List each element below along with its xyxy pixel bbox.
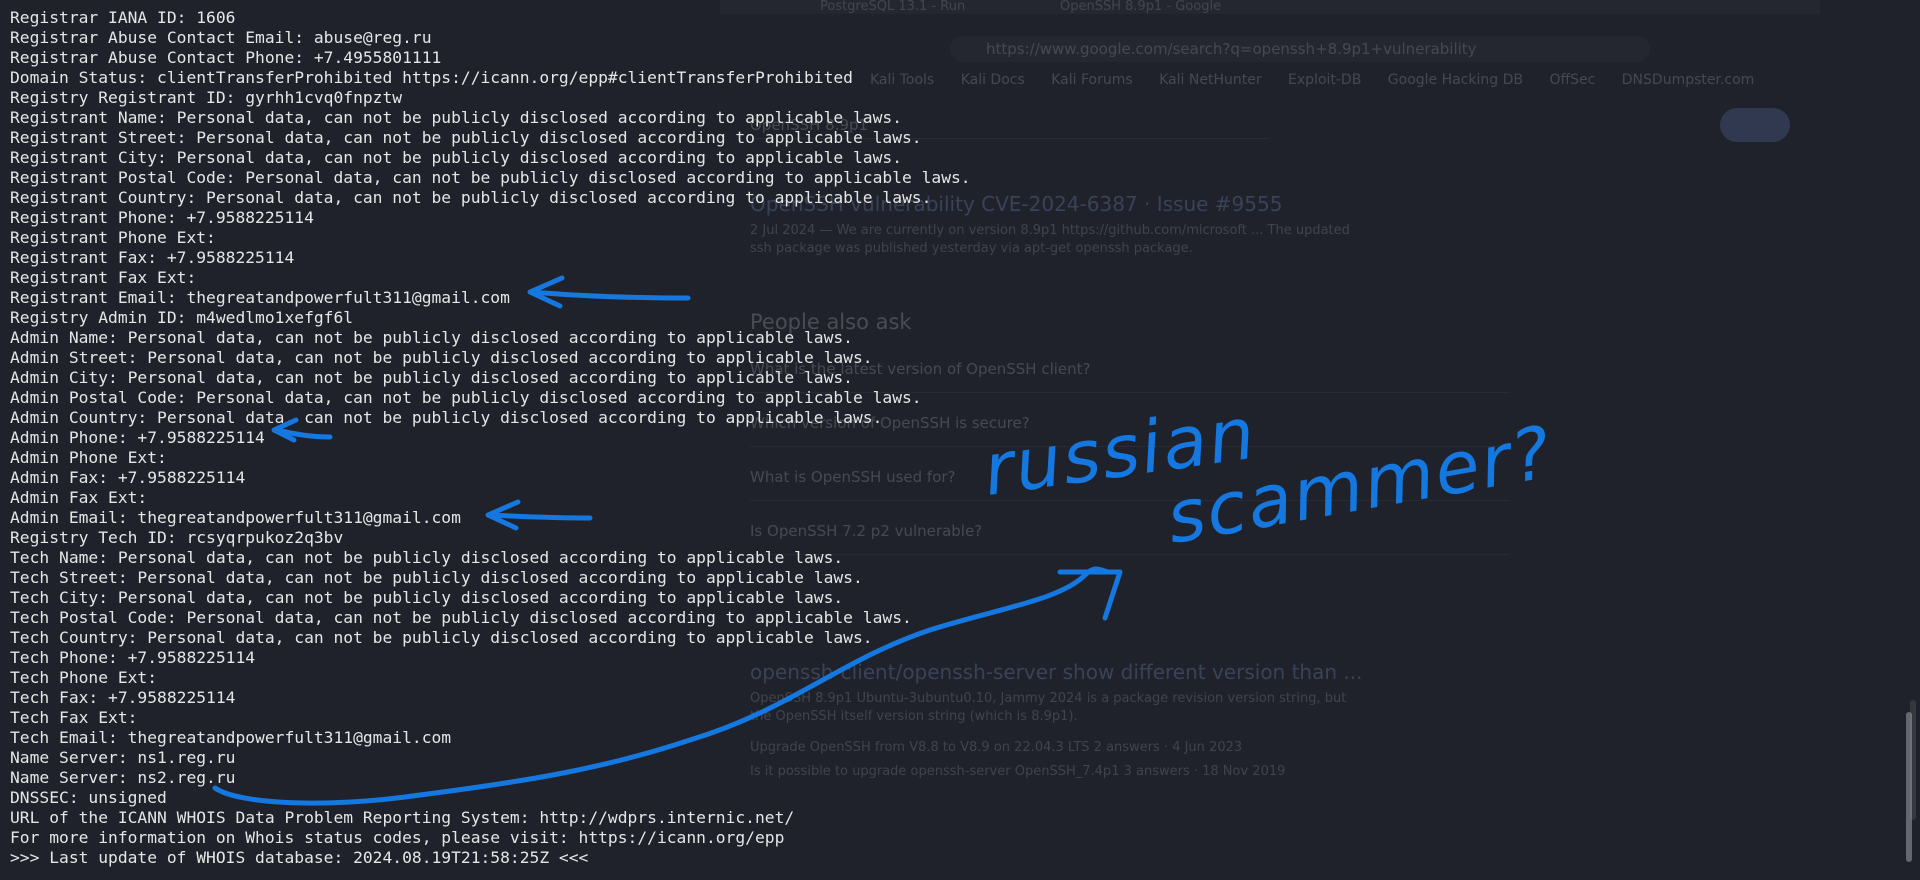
terminal-line: DNSSEC: unsigned <box>10 788 167 807</box>
terminal-line: Registrant Street: Personal data, can no… <box>10 128 922 147</box>
terminal-line: Name Server: ns2.reg.ru <box>10 768 236 787</box>
terminal-line: Registrant Country: Personal data, can n… <box>10 188 932 207</box>
terminal-line: Admin Phone: +7.9588225114 <box>10 428 265 447</box>
terminal-line: Tech Name: Personal data, can not be pub… <box>10 548 844 567</box>
whois-output: Registrar IANA ID: 1606 Registrar Abuse C… <box>10 8 971 868</box>
terminal-line: Admin City: Personal data, can not be pu… <box>10 368 853 387</box>
terminal-line: Registrant Email: thegreatandpowerfult31… <box>10 288 510 307</box>
terminal-line: For more information on Whois status cod… <box>10 828 785 847</box>
terminal-line: Tech City: Personal data, can not be pub… <box>10 588 844 607</box>
terminal-line: Registrar IANA ID: 1606 <box>10 8 236 27</box>
terminal-line: >>> Last update of WHOIS database: 2024.… <box>10 848 589 867</box>
terminal-line: Tech Street: Personal data, can not be p… <box>10 568 863 587</box>
terminal-line: Domain Status: clientTransferProhibited … <box>10 68 853 87</box>
terminal-line: Registrant Fax Ext: <box>10 268 197 287</box>
terminal-line: Registrant Postal Code: Personal data, c… <box>10 168 971 187</box>
terminal-line: Registrar Abuse Contact Phone: +7.495580… <box>10 48 442 67</box>
terminal-line: Tech Country: Personal data, can not be … <box>10 628 873 647</box>
terminal-line: Admin Country: Personal data, can not be… <box>10 408 883 427</box>
terminal-line: Admin Email: thegreatandpowerfult311@gma… <box>10 508 461 527</box>
terminal-line: Admin Phone Ext: <box>10 448 167 467</box>
terminal-line: Tech Email: thegreatandpowerfult311@gmai… <box>10 728 452 747</box>
terminal-line: Tech Postal Code: Personal data, can not… <box>10 608 912 627</box>
terminal-line: Registry Registrant ID: gyrhh1cvq0fnpztw <box>10 88 403 107</box>
terminal-line: Tech Fax: +7.9588225114 <box>10 688 236 707</box>
terminal-line: Registrant Phone Ext: <box>10 228 216 247</box>
terminal-line: Registrant Phone: +7.9588225114 <box>10 208 314 227</box>
terminal-line: Admin Name: Personal data, can not be pu… <box>10 328 853 347</box>
terminal-line: Admin Postal Code: Personal data, can no… <box>10 388 922 407</box>
terminal-line: Registrant City: Personal data, can not … <box>10 148 902 167</box>
terminal-line: Tech Fax Ext: <box>10 708 138 727</box>
terminal-line: Admin Street: Personal data, can not be … <box>10 348 873 367</box>
terminal-line: Registry Admin ID: m4wedlmo1xefgf6l <box>10 308 354 327</box>
terminal-line: Admin Fax: +7.9588225114 <box>10 468 246 487</box>
terminal-window: Registrar IANA ID: 1606 Registrar Abuse C… <box>0 0 1920 880</box>
terminal-line: Admin Fax Ext: <box>10 488 148 507</box>
terminal-line: Tech Phone: +7.9588225114 <box>10 648 256 667</box>
terminal-line: Name Server: ns1.reg.ru <box>10 748 236 767</box>
terminal-line: Tech Phone Ext: <box>10 668 158 687</box>
terminal-line: URL of the ICANN WHOIS Data Problem Repo… <box>10 808 795 827</box>
terminal-scrollbar[interactable] <box>1906 712 1912 862</box>
terminal-line: Registrant Fax: +7.9588225114 <box>10 248 295 267</box>
terminal-line: Registrar Abuse Contact Email: abuse@reg… <box>10 28 432 47</box>
terminal-line: Registrant Name: Personal data, can not … <box>10 108 902 127</box>
terminal-line: Registry Tech ID: rcsyqrpukoz2q3bv <box>10 528 344 547</box>
